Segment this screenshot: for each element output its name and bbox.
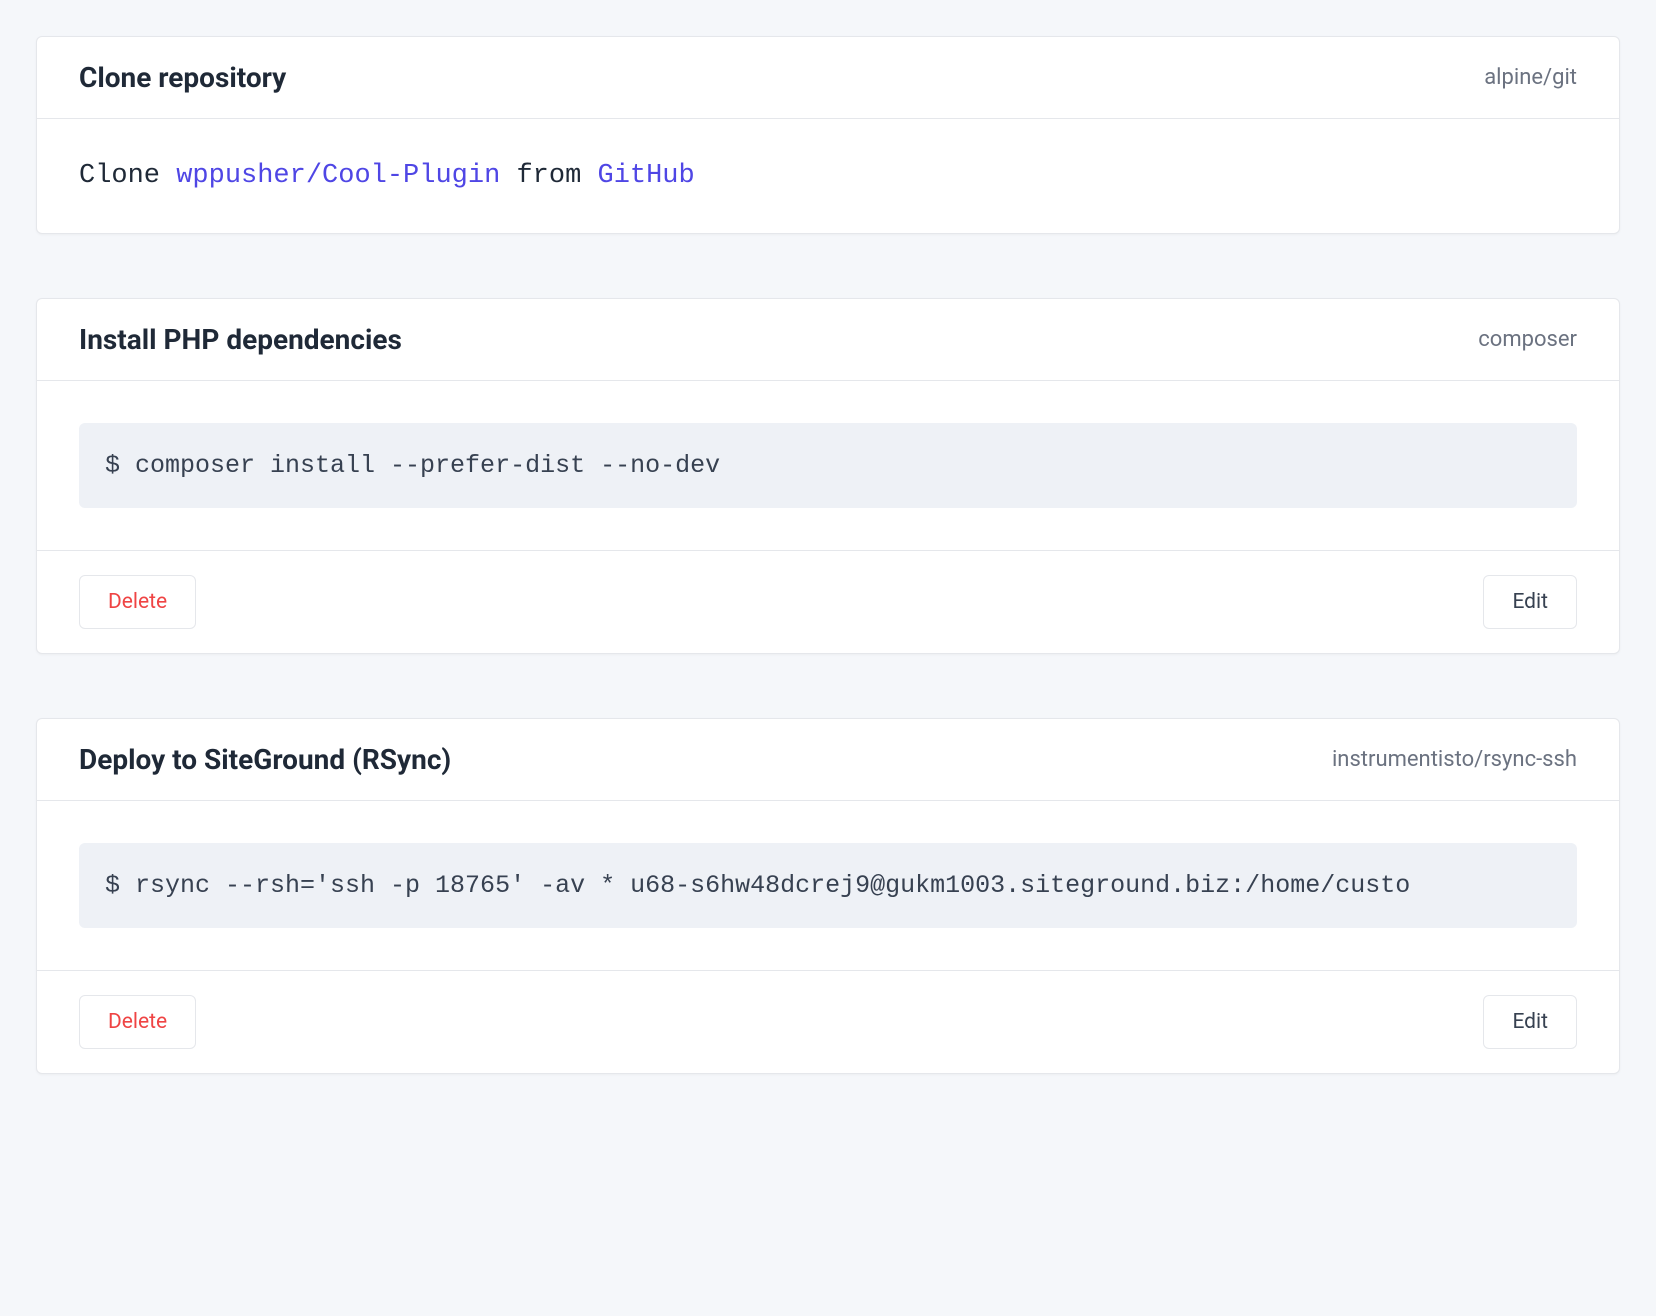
- card-body: $ rsync --rsh='ssh -p 18765' -av * u68-s…: [37, 801, 1619, 970]
- card-tag: composer: [1478, 327, 1577, 352]
- card-body: $ composer install --prefer-dist --no-de…: [37, 381, 1619, 550]
- delete-button[interactable]: Delete: [79, 575, 196, 629]
- delete-button[interactable]: Delete: [79, 995, 196, 1049]
- clone-prefix: Clone: [79, 161, 176, 191]
- step-card-clone: Clone repository alpine/git Clone wppush…: [36, 36, 1620, 234]
- source-link[interactable]: GitHub: [598, 161, 695, 191]
- card-title: Clone repository: [79, 61, 286, 94]
- card-tag: alpine/git: [1484, 65, 1577, 90]
- card-body: Clone wppusher/Cool-Plugin from GitHub: [37, 119, 1619, 233]
- edit-button[interactable]: Edit: [1483, 575, 1577, 629]
- card-title: Deploy to SiteGround (RSync): [79, 743, 451, 776]
- command-code: $ composer install --prefer-dist --no-de…: [79, 423, 1577, 508]
- card-tag: instrumentisto/rsync-ssh: [1332, 747, 1577, 772]
- edit-button[interactable]: Edit: [1483, 995, 1577, 1049]
- card-footer: Delete Edit: [37, 550, 1619, 653]
- clone-middle: from: [500, 161, 597, 191]
- step-card-rsync: Deploy to SiteGround (RSync) instrumenti…: [36, 718, 1620, 1074]
- repo-link[interactable]: wppusher/Cool-Plugin: [176, 161, 500, 191]
- clone-description: Clone wppusher/Cool-Plugin from GitHub: [79, 161, 1577, 191]
- card-header: Clone repository alpine/git: [37, 37, 1619, 119]
- card-title: Install PHP dependencies: [79, 323, 402, 356]
- step-card-composer: Install PHP dependencies composer $ comp…: [36, 298, 1620, 654]
- command-code: $ rsync --rsh='ssh -p 18765' -av * u68-s…: [79, 843, 1577, 928]
- card-header: Install PHP dependencies composer: [37, 299, 1619, 381]
- card-footer: Delete Edit: [37, 970, 1619, 1073]
- card-header: Deploy to SiteGround (RSync) instrumenti…: [37, 719, 1619, 801]
